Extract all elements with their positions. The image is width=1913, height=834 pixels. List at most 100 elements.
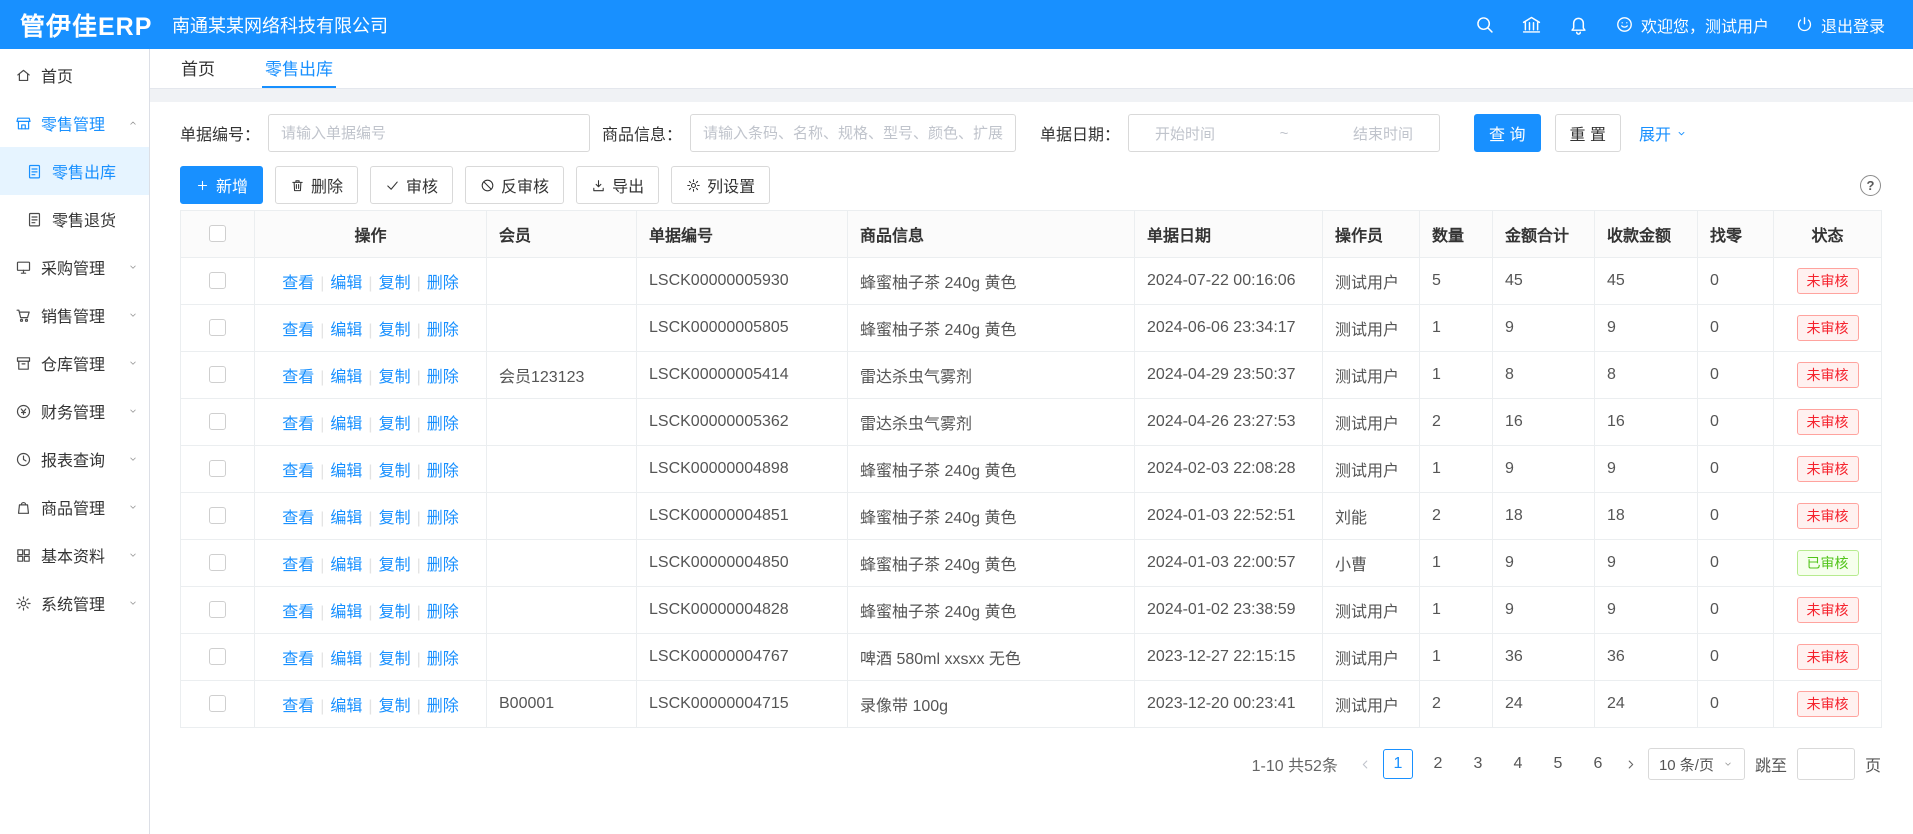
add-button[interactable]: 新增 <box>180 166 263 204</box>
row-checkbox[interactable] <box>209 319 226 336</box>
edit-link[interactable]: 编辑 <box>330 510 362 527</box>
row-checkbox[interactable] <box>209 272 226 289</box>
tab-home[interactable]: 首页 <box>178 49 218 88</box>
row-checkbox[interactable] <box>209 601 226 618</box>
sidebar-item-basic-data[interactable]: 基本资料 <box>0 531 149 579</box>
logout-button[interactable]: 退出登录 <box>1795 13 1885 37</box>
view-link[interactable]: 查看 <box>282 322 314 339</box>
copy-link[interactable]: 复制 <box>379 369 411 386</box>
reset-button[interactable]: 重 置 <box>1555 114 1621 152</box>
sidebar-item-purchase[interactable]: 采购管理 <box>0 243 149 291</box>
bank-icon[interactable] <box>1521 14 1542 35</box>
edit-link[interactable]: 编辑 <box>330 651 362 668</box>
copy-link[interactable]: 复制 <box>379 651 411 668</box>
page-number-button[interactable]: 1 <box>1383 749 1413 779</box>
edit-link[interactable]: 编辑 <box>330 275 362 292</box>
row-checkbox[interactable] <box>209 413 226 430</box>
sidebar-item-home[interactable]: 首页 <box>0 51 149 99</box>
bell-icon[interactable] <box>1568 14 1589 35</box>
copy-link[interactable]: 复制 <box>379 698 411 715</box>
row-checkbox[interactable] <box>209 460 226 477</box>
delete-button[interactable]: 删除 <box>275 166 358 204</box>
export-button[interactable]: 导出 <box>576 166 659 204</box>
page-number-button[interactable]: 4 <box>1503 749 1533 779</box>
row-checkbox[interactable] <box>209 366 226 383</box>
view-link[interactable]: 查看 <box>282 557 314 574</box>
search-icon[interactable] <box>1474 14 1495 35</box>
unaudit-button[interactable]: 反审核 <box>465 166 564 204</box>
prev-page-button[interactable] <box>1358 757 1373 772</box>
row-checkbox[interactable] <box>209 695 226 712</box>
edit-link[interactable]: 编辑 <box>330 463 362 480</box>
copy-link[interactable]: 复制 <box>379 322 411 339</box>
sidebar-item-retail-return[interactable]: 零售退货 <box>0 195 149 243</box>
page-number-button[interactable]: 6 <box>1583 749 1613 779</box>
delete-link[interactable]: 删除 <box>427 416 459 433</box>
expand-link[interactable]: 展开 <box>1639 121 1688 145</box>
page-size-select[interactable]: 10 条/页 <box>1648 748 1745 780</box>
copy-link[interactable]: 复制 <box>379 557 411 574</box>
sidebar-item-label: 基本资料 <box>41 543 105 567</box>
toolbar: 新增 删除审核反审核导出列设置 <box>180 166 770 204</box>
help-icon[interactable]: ? <box>1860 175 1881 196</box>
copy-link[interactable]: 复制 <box>379 416 411 433</box>
delete-link[interactable]: 删除 <box>427 651 459 668</box>
audit-button[interactable]: 审核 <box>370 166 453 204</box>
delete-link[interactable]: 删除 <box>427 698 459 715</box>
delete-link[interactable]: 删除 <box>427 604 459 621</box>
delete-link[interactable]: 删除 <box>427 463 459 480</box>
delete-link[interactable]: 删除 <box>427 275 459 292</box>
sidebar-item-retail[interactable]: 零售管理 <box>0 99 149 147</box>
sidebar-item-sales[interactable]: 销售管理 <box>0 291 149 339</box>
delete-link[interactable]: 删除 <box>427 369 459 386</box>
page-number-button[interactable]: 2 <box>1423 749 1453 779</box>
sidebar-item-finance[interactable]: 财务管理 <box>0 387 149 435</box>
page-number-button[interactable]: 3 <box>1463 749 1493 779</box>
tab-retail-outbound[interactable]: 零售出库 <box>262 49 336 88</box>
delete-link[interactable]: 删除 <box>427 557 459 574</box>
edit-link[interactable]: 编辑 <box>330 322 362 339</box>
view-link[interactable]: 查看 <box>282 604 314 621</box>
search-button[interactable]: 查 询 <box>1474 114 1540 152</box>
row-checkbox[interactable] <box>209 554 226 571</box>
copy-link[interactable]: 复制 <box>379 604 411 621</box>
select-all-checkbox[interactable] <box>209 225 226 242</box>
edit-link[interactable]: 编辑 <box>330 557 362 574</box>
view-link[interactable]: 查看 <box>282 651 314 668</box>
view-link[interactable]: 查看 <box>282 275 314 292</box>
column-settings-button[interactable]: 列设置 <box>671 166 770 204</box>
next-page-button[interactable] <box>1623 757 1638 772</box>
view-link[interactable]: 查看 <box>282 369 314 386</box>
welcome-user[interactable]: 欢迎您，测试用户 <box>1615 13 1769 37</box>
view-link[interactable]: 查看 <box>282 416 314 433</box>
edit-link[interactable]: 编辑 <box>330 698 362 715</box>
copy-link[interactable]: 复制 <box>379 463 411 480</box>
sidebar-item-reports[interactable]: 报表查询 <box>0 435 149 483</box>
jump-page-input[interactable] <box>1797 748 1855 780</box>
view-link[interactable]: 查看 <box>282 698 314 715</box>
edit-link[interactable]: 编辑 <box>330 604 362 621</box>
sidebar-item-warehouse[interactable]: 仓库管理 <box>0 339 149 387</box>
page-number-button[interactable]: 5 <box>1543 749 1573 779</box>
action-separator: | <box>368 698 372 715</box>
row-checkbox[interactable] <box>209 507 226 524</box>
product-info-input[interactable] <box>690 114 1016 152</box>
button-label: 新增 <box>216 173 248 197</box>
bill-no-input[interactable] <box>268 114 590 152</box>
sidebar-item-retail-outbound[interactable]: 零售出库 <box>0 147 149 195</box>
edit-link[interactable]: 编辑 <box>330 416 362 433</box>
delete-link[interactable]: 删除 <box>427 510 459 527</box>
view-link[interactable]: 查看 <box>282 510 314 527</box>
sidebar-item-goods[interactable]: 商品管理 <box>0 483 149 531</box>
delete-link[interactable]: 删除 <box>427 322 459 339</box>
row-checkbox[interactable] <box>209 648 226 665</box>
cell-checkbox <box>181 493 255 540</box>
edit-link[interactable]: 编辑 <box>330 369 362 386</box>
copy-link[interactable]: 复制 <box>379 510 411 527</box>
copy-link[interactable]: 复制 <box>379 275 411 292</box>
cell-change: 0 <box>1698 399 1774 446</box>
date-range-input[interactable]: 开始时间 ~ 结束时间 <box>1128 114 1440 152</box>
view-link[interactable]: 查看 <box>282 463 314 480</box>
table-row: 查看|编辑|复制|删除LSCK00000005362雷达杀虫气雾剂2024-04… <box>181 399 1882 446</box>
sidebar-item-system[interactable]: 系统管理 <box>0 579 149 627</box>
